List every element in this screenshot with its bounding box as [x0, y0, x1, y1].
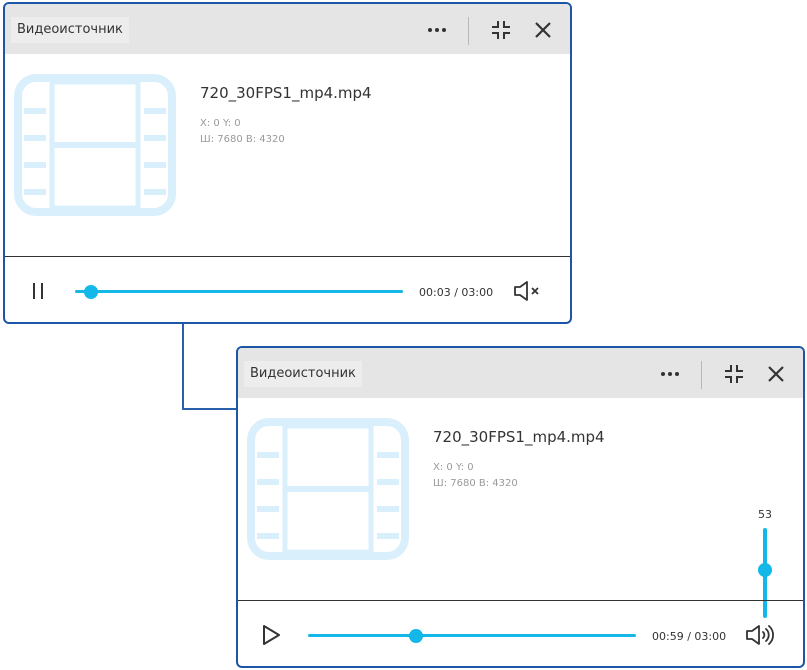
header-separator	[468, 17, 469, 45]
volume-value: 53	[758, 508, 772, 521]
video-thumbnail-icon	[14, 74, 176, 216]
time-display: 00:03 / 03:00	[419, 286, 494, 299]
seek-track	[75, 290, 403, 293]
shrink-icon	[725, 365, 743, 383]
controls-divider	[5, 256, 570, 257]
file-name: 720_30FPS1_mp4.mp4	[433, 428, 605, 446]
close-icon	[768, 366, 784, 382]
size-readout: Ш: 7680 В: 4320	[433, 478, 518, 489]
volume-button[interactable]	[745, 621, 777, 649]
seek-slider[interactable]	[75, 285, 403, 299]
seek-handle[interactable]	[409, 629, 424, 643]
volume-handle[interactable]	[758, 563, 772, 578]
more-dots-icon	[661, 372, 679, 376]
minimize-button[interactable]	[486, 15, 516, 45]
shrink-icon	[492, 21, 510, 39]
position-readout: X: 0 Y: 0	[433, 462, 474, 473]
video-source-panel: Видеоисточник 720_30FPS1_mp4.mp4 X: 0 Y:…	[3, 2, 572, 324]
volume-button[interactable]	[512, 277, 544, 305]
seek-track	[308, 634, 636, 637]
pause-button[interactable]	[25, 278, 51, 304]
volume-muted-icon	[514, 281, 539, 301]
volume-high-icon	[746, 625, 774, 645]
more-dots-icon	[428, 28, 446, 32]
more-options-button[interactable]	[422, 15, 452, 45]
play-icon	[263, 625, 280, 645]
video-thumbnail-icon	[247, 418, 409, 560]
connector-line	[182, 324, 184, 410]
file-name: 720_30FPS1_mp4.mp4	[200, 84, 372, 102]
connector-line	[182, 408, 238, 410]
seek-handle[interactable]	[84, 285, 99, 299]
controls-divider	[238, 600, 803, 601]
close-icon	[535, 22, 551, 38]
panel-title[interactable]: Видеоисточник	[244, 361, 362, 387]
panel-header: Видеоисточник	[5, 4, 570, 54]
minimize-button[interactable]	[719, 359, 749, 389]
header-separator	[701, 361, 702, 389]
more-options-button[interactable]	[655, 359, 685, 389]
volume-slider[interactable]	[756, 528, 774, 618]
close-button[interactable]	[761, 359, 791, 389]
panel-header: Видеоисточник	[238, 348, 803, 398]
position-readout: X: 0 Y: 0	[200, 118, 241, 129]
panel-title[interactable]: Видеоисточник	[11, 17, 129, 43]
time-display: 00:59 / 03:00	[652, 630, 727, 643]
video-source-panel: Видеоисточник 720_30FPS1_mp4.mp4 X: 0 Y:…	[236, 346, 805, 668]
pause-icon	[33, 283, 43, 299]
size-readout: Ш: 7680 В: 4320	[200, 134, 285, 145]
play-button[interactable]	[258, 622, 284, 648]
volume-popup: 53	[753, 508, 777, 618]
close-button[interactable]	[528, 15, 558, 45]
seek-slider[interactable]	[308, 629, 636, 643]
